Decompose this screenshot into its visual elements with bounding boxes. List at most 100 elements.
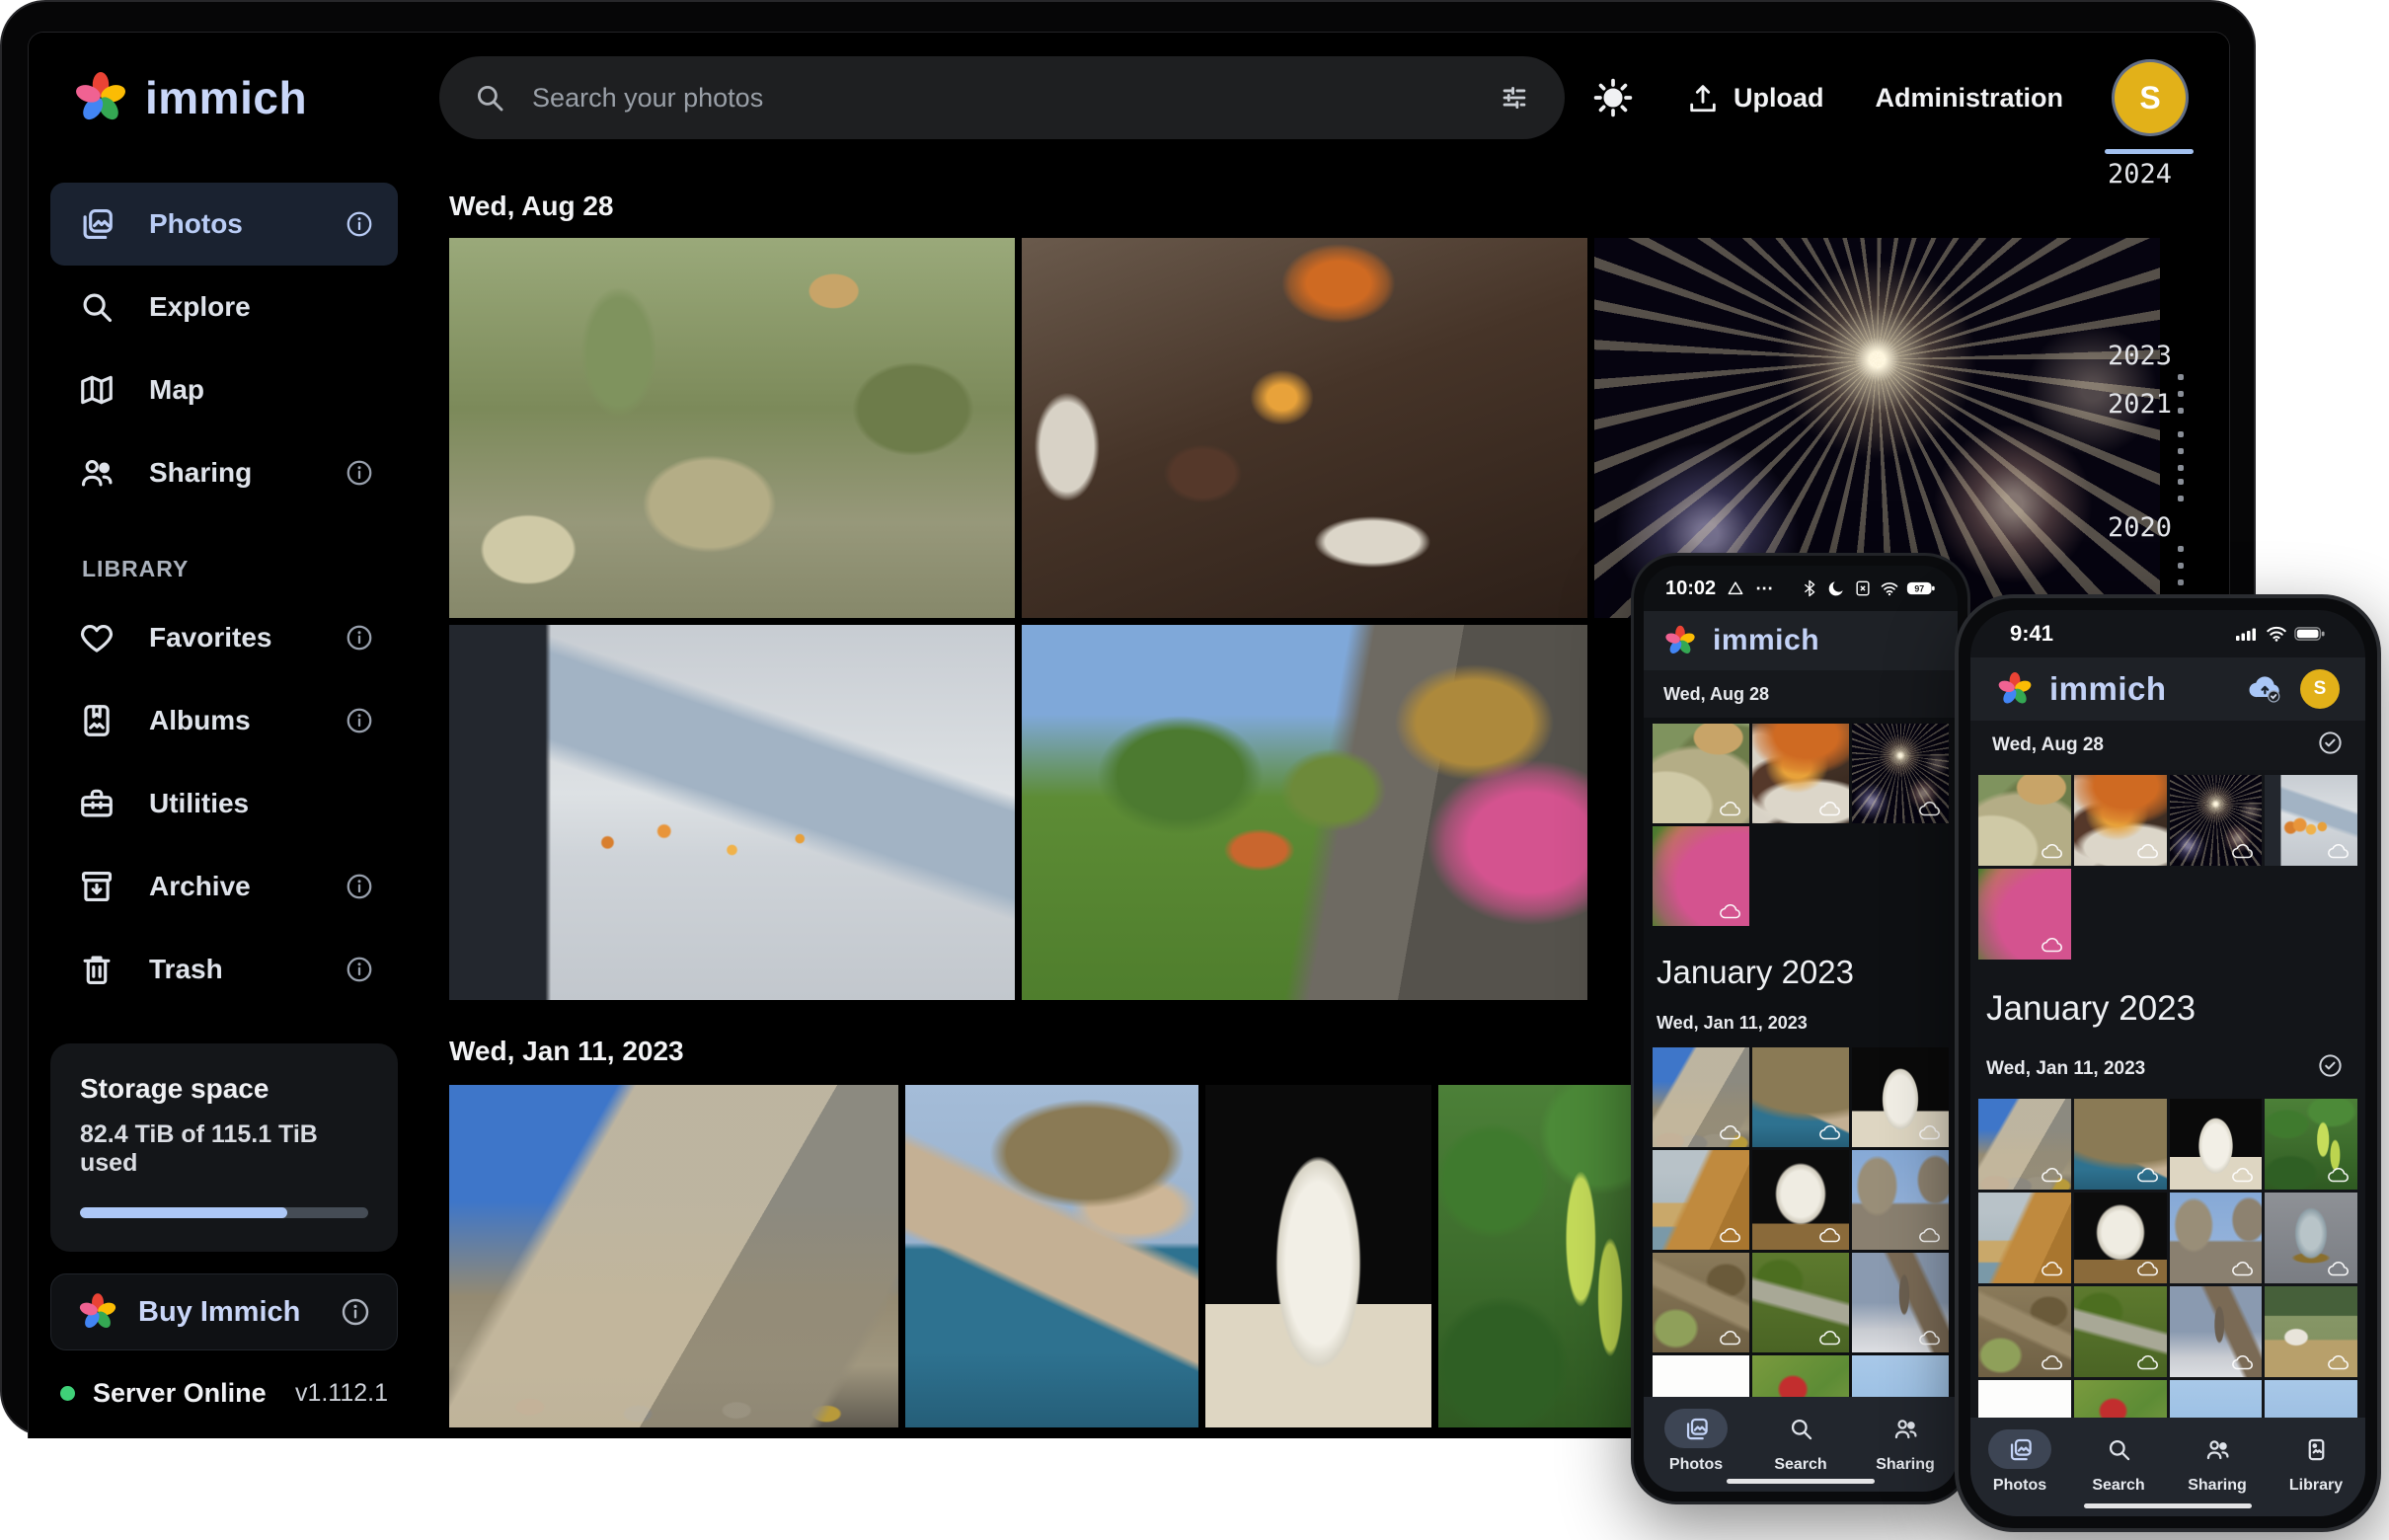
select-check-circle-icon[interactable]	[2317, 730, 2344, 762]
date-group-header: Wed, Aug 28	[449, 191, 2229, 222]
month-header: January 2023	[1657, 954, 1958, 991]
month-header: January 2023	[1986, 989, 2365, 1029]
photo-autumn[interactable]	[1978, 869, 2071, 960]
photo-monkeys[interactable]	[1653, 724, 1749, 823]
photo-coastal[interactable]	[2074, 1099, 2167, 1190]
photo-pomegranate[interactable]	[2074, 1380, 2167, 1418]
sidebar-item-albums[interactable]: Albums	[50, 679, 398, 762]
scrubber-year-2023[interactable]: 2023	[2108, 341, 2172, 371]
photo-row	[449, 238, 2229, 618]
photo-lizard1[interactable]	[1978, 1286, 2071, 1377]
info-icon[interactable]	[345, 872, 374, 901]
info-icon[interactable]	[345, 706, 374, 735]
photo-monkeys[interactable]	[1978, 775, 2071, 866]
buy-immich-button[interactable]: Buy Immich	[50, 1273, 398, 1350]
photo-pomegranate[interactable]	[1752, 1355, 1849, 1397]
home-indicator[interactable]	[1727, 1479, 1875, 1484]
photo-farm[interactable]	[2265, 1286, 2357, 1377]
info-icon[interactable]	[340, 1296, 371, 1328]
photo-berries[interactable]	[2265, 1099, 2357, 1190]
select-check-circle-icon[interactable]	[2317, 1052, 2344, 1085]
administration-link[interactable]: Administration	[1875, 83, 2063, 114]
photo-castle[interactable]	[449, 1085, 898, 1427]
date-group-header: Wed, Jan 11, 2023	[1657, 1013, 1958, 1034]
photo-coastal[interactable]	[1752, 1047, 1849, 1147]
tab-sharing[interactable]: Sharing	[2186, 1418, 2249, 1495]
brand-wordmark: immich	[1713, 624, 1819, 657]
photo-dinner[interactable]	[2074, 775, 2167, 866]
brand-wordmark: immich	[2049, 670, 2167, 708]
theme-toggle-sun-icon[interactable]	[1591, 76, 1635, 119]
scrubber-year-2021[interactable]: 2021	[2108, 389, 2172, 420]
photo-fireworks[interactable]	[1852, 724, 1949, 823]
photo-fireworks[interactable]	[2170, 775, 2263, 866]
info-icon[interactable]	[345, 209, 374, 239]
photo-ornament[interactable]	[2265, 1193, 2357, 1283]
photo-beach[interactable]	[1978, 1193, 2071, 1283]
upload-label: Upload	[1734, 83, 1824, 114]
backup-cloud-icon[interactable]	[2247, 673, 2284, 705]
upload-button[interactable]: Upload	[1686, 81, 1824, 115]
photo-plane[interactable]	[1852, 1355, 1949, 1397]
sidebar-item-utilities[interactable]: Utilities	[50, 762, 398, 845]
info-icon[interactable]	[345, 458, 374, 488]
photo-lizard2[interactable]	[2074, 1286, 2167, 1377]
search-input[interactable]: Search your photos	[532, 83, 1472, 114]
search-icon	[1769, 1409, 1832, 1448]
user-avatar[interactable]: S	[2300, 669, 2340, 709]
photo-castle[interactable]	[1653, 1047, 1749, 1147]
photo-plane[interactable]	[2170, 1380, 2263, 1418]
search-bar[interactable]: Search your photos	[439, 56, 1565, 139]
photo-hands[interactable]	[449, 625, 1015, 1000]
sidebar-item-map[interactable]: Map	[50, 348, 398, 431]
photo-lizard1[interactable]	[1653, 1253, 1749, 1352]
scrubber-year-2024[interactable]: 2024	[2108, 159, 2172, 190]
photo-head[interactable]	[1752, 1150, 1849, 1250]
home-indicator[interactable]	[2084, 1503, 2252, 1508]
filter-sliders-icon[interactable]	[1498, 81, 1531, 115]
bottom-nav: Photos Search Sharing	[1644, 1397, 1958, 1492]
date-group-header: Wed, Jan 11, 2023	[1986, 1052, 2344, 1085]
photo-dinner[interactable]	[1752, 724, 1849, 823]
photo-beach[interactable]	[1653, 1150, 1749, 1250]
sidebar-item-trash[interactable]: Trash	[50, 928, 398, 1011]
photo-ruins[interactable]	[1852, 1150, 1949, 1250]
photo-coastal[interactable]	[905, 1085, 1198, 1427]
server-online-dot	[60, 1386, 75, 1401]
photo-dinner[interactable]	[1022, 238, 1587, 618]
tab-photos[interactable]: Photos	[1664, 1397, 1728, 1474]
tab-search[interactable]: Search	[1769, 1397, 1832, 1474]
info-icon[interactable]	[345, 955, 374, 984]
photo-lizard2[interactable]	[1752, 1253, 1849, 1352]
sidebar-item-explore[interactable]: Explore	[50, 266, 398, 348]
photo-autumn[interactable]	[1653, 826, 1749, 926]
tab-search[interactable]: Search	[2087, 1418, 2150, 1495]
sidebar-item-favorites[interactable]: Favorites	[50, 596, 398, 679]
photo-hands[interactable]	[2265, 775, 2357, 866]
tab-sharing[interactable]: Sharing	[1874, 1397, 1937, 1474]
photo-sky[interactable]	[2265, 1380, 2357, 1418]
tab-library[interactable]: Library	[2284, 1418, 2348, 1495]
photo-snow[interactable]	[1978, 1380, 2071, 1418]
photo-autumn[interactable]	[1022, 625, 1587, 1000]
tab-photos[interactable]: Photos	[1988, 1418, 2051, 1495]
immich-logo[interactable]: immich	[72, 69, 307, 126]
photo-castle[interactable]	[1978, 1099, 2071, 1190]
photo-tower[interactable]	[1852, 1253, 1949, 1352]
photo-tower[interactable]	[2170, 1286, 2263, 1377]
cloud-backup-icon	[1818, 1227, 1842, 1244]
sidebar-item-archive[interactable]: Archive	[50, 845, 398, 928]
sidebar-item-sharing[interactable]: Sharing	[50, 431, 398, 514]
photo-snow[interactable]	[1653, 1355, 1749, 1397]
photo-sculpture[interactable]	[1205, 1085, 1431, 1427]
sidebar-item-photos[interactable]: Photos	[50, 183, 398, 266]
cloud-backup-icon	[1818, 801, 1842, 817]
info-icon[interactable]	[345, 623, 374, 653]
scrubber-dots	[2178, 374, 2184, 414]
photo-monkeys[interactable]	[449, 238, 1015, 618]
scrubber-year-2020[interactable]: 2020	[2108, 512, 2172, 543]
photo-ruins[interactable]	[2170, 1193, 2263, 1283]
photo-sculpture[interactable]	[2170, 1099, 2263, 1190]
photo-sculpture[interactable]	[1852, 1047, 1949, 1147]
photo-head[interactable]	[2074, 1193, 2167, 1283]
